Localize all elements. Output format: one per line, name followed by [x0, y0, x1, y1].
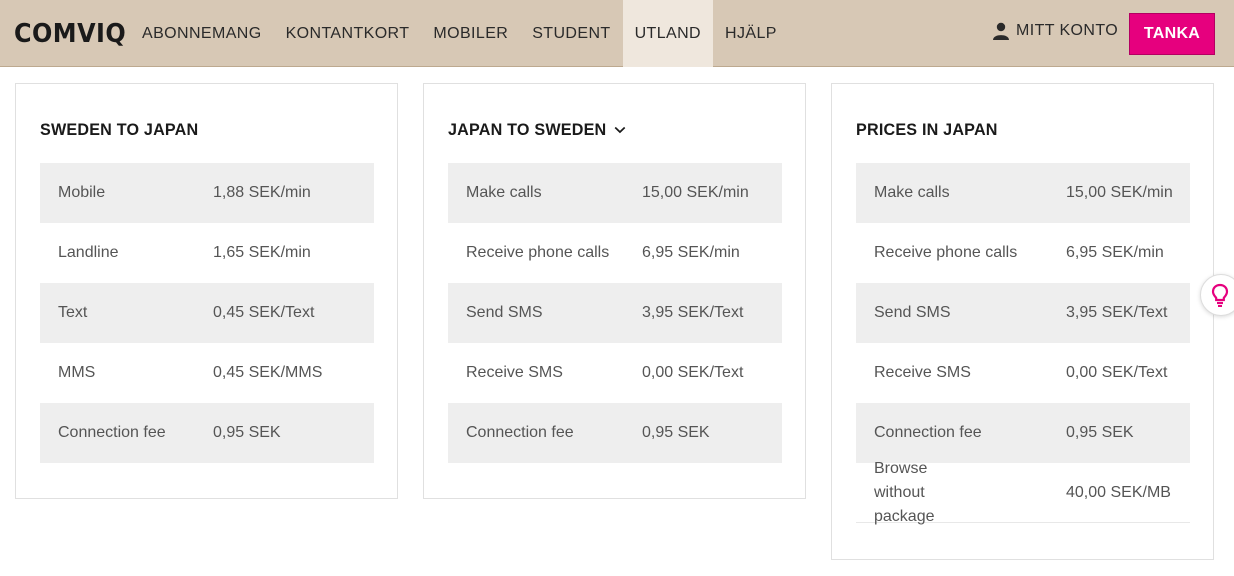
- main-nav: ABONNEMANG KONTANTKORT MOBILER STUDENT U…: [130, 0, 789, 67]
- my-account-label: MITT KONTO: [1016, 22, 1119, 39]
- rate-value: 15,00 SEK/min: [642, 184, 749, 201]
- user-icon: [993, 22, 1009, 40]
- rate-label: Text: [58, 304, 88, 321]
- rate-table: Make calls 15,00 SEK/min Receive phone c…: [448, 163, 782, 463]
- card-title-text: JAPAN TO SWEDEN: [448, 120, 607, 139]
- rate-label: Landline: [58, 244, 119, 261]
- rate-table: Mobile 1,88 SEK/min Landline 1,65 SEK/mi…: [40, 163, 374, 463]
- rate-table: Make calls 15,00 SEK/min Receive phone c…: [856, 163, 1190, 525]
- rate-row: Connection fee 0,95 SEK: [40, 403, 374, 463]
- nav-item-mobiler[interactable]: MOBILER: [421, 0, 520, 67]
- rate-label: Receive phone calls: [466, 244, 610, 261]
- rate-row: MMS 0,45 SEK/MMS: [40, 343, 374, 403]
- top-nav-bar: COMVIQ ABONNEMANG KONTANTKORT MOBILER ST…: [0, 0, 1234, 67]
- rate-value: 0,00 SEK/Text: [1066, 364, 1168, 381]
- card-title: SWEDEN TO JAPAN: [40, 120, 198, 140]
- rate-label: Make calls: [874, 184, 950, 201]
- nav-item-hjalp[interactable]: HJÄLP: [713, 0, 789, 67]
- nav-item-utland[interactable]: UTLAND: [622, 0, 714, 67]
- card-title: PRICES IN JAPAN: [856, 120, 998, 140]
- rate-label: Connection fee: [874, 424, 982, 441]
- rate-row: Send SMS 3,95 SEK/Text: [856, 283, 1190, 343]
- card-prices-in-japan: PRICES IN JAPAN Make calls 15,00 SEK/min…: [831, 83, 1214, 560]
- rate-value: 0,95 SEK: [642, 424, 710, 441]
- rate-label: Receive phone calls: [874, 244, 1018, 261]
- rate-label: Send SMS: [466, 304, 543, 321]
- rate-row: Send SMS 3,95 SEK/Text: [448, 283, 782, 343]
- rate-row: Receive phone calls 6,95 SEK/min: [856, 223, 1190, 283]
- card-sweden-to-japan: SWEDEN TO JAPAN Mobile 1,88 SEK/min Land…: [15, 83, 398, 499]
- nav-item-abonnemang[interactable]: ABONNEMANG: [130, 0, 274, 67]
- rate-value: 6,95 SEK/min: [1066, 244, 1164, 261]
- rate-label: Receive SMS: [874, 364, 971, 381]
- rate-row: Connection fee 0,95 SEK: [448, 403, 782, 463]
- rate-value: 15,00 SEK/min: [1066, 184, 1173, 201]
- lightbulb-icon: [1211, 283, 1229, 307]
- rate-label: Connection fee: [58, 424, 166, 441]
- rate-row: Browse without package 40,00 SEK/MB: [856, 460, 1190, 525]
- rate-label: MMS: [58, 364, 96, 381]
- rate-value: 0,95 SEK: [213, 424, 281, 441]
- chevron-down-icon: [614, 126, 626, 134]
- rate-value: 1,65 SEK/min: [213, 244, 311, 261]
- rate-label: Mobile: [58, 184, 106, 201]
- rate-value: 0,45 SEK/MMS: [213, 364, 323, 381]
- rate-row: Make calls 15,00 SEK/min: [856, 163, 1190, 223]
- rate-row: Receive phone calls 6,95 SEK/min: [448, 223, 782, 283]
- rate-row: Connection fee 0,95 SEK: [856, 403, 1190, 463]
- help-bubble-button[interactable]: [1200, 274, 1234, 316]
- rate-row: Text 0,45 SEK/Text: [40, 283, 374, 343]
- card-title-dropdown[interactable]: JAPAN TO SWEDEN: [448, 120, 626, 140]
- rate-value: 0,95 SEK: [1066, 424, 1134, 441]
- rate-value: 40,00 SEK/MB: [1066, 483, 1171, 501]
- rate-label: Make calls: [466, 184, 542, 201]
- tanka-button[interactable]: TANKA: [1129, 13, 1215, 55]
- rate-value: 3,95 SEK/Text: [1066, 304, 1168, 321]
- rate-row: Make calls 15,00 SEK/min: [448, 163, 782, 223]
- rate-row: Mobile 1,88 SEK/min: [40, 163, 374, 223]
- nav-item-student[interactable]: STUDENT: [520, 0, 622, 67]
- rate-value: 0,00 SEK/Text: [642, 364, 744, 381]
- rate-value: 0,45 SEK/Text: [213, 304, 315, 321]
- rate-value: 3,95 SEK/Text: [642, 304, 744, 321]
- card-japan-to-sweden: JAPAN TO SWEDEN Make calls 15,00 SEK/min…: [423, 83, 806, 499]
- rate-value: 1,88 SEK/min: [213, 184, 311, 201]
- card-title-text: SWEDEN TO JAPAN: [40, 120, 199, 139]
- rate-label: Browse without package: [874, 459, 935, 525]
- rate-label: Receive SMS: [466, 364, 563, 381]
- card-title-text: PRICES IN JAPAN: [856, 120, 998, 139]
- rate-label: Connection fee: [466, 424, 574, 441]
- my-account-link[interactable]: MITT KONTO: [992, 22, 1118, 40]
- rate-row: Receive SMS 0,00 SEK/Text: [856, 343, 1190, 403]
- rate-row: Receive SMS 0,00 SEK/Text: [448, 343, 782, 403]
- rate-row: Landline 1,65 SEK/min: [40, 223, 374, 283]
- rate-label: Send SMS: [874, 304, 951, 321]
- rate-value: 6,95 SEK/min: [642, 244, 740, 261]
- nav-item-kontantkort[interactable]: KONTANTKORT: [274, 0, 422, 67]
- comviq-logo[interactable]: COMVIQ: [14, 19, 126, 49]
